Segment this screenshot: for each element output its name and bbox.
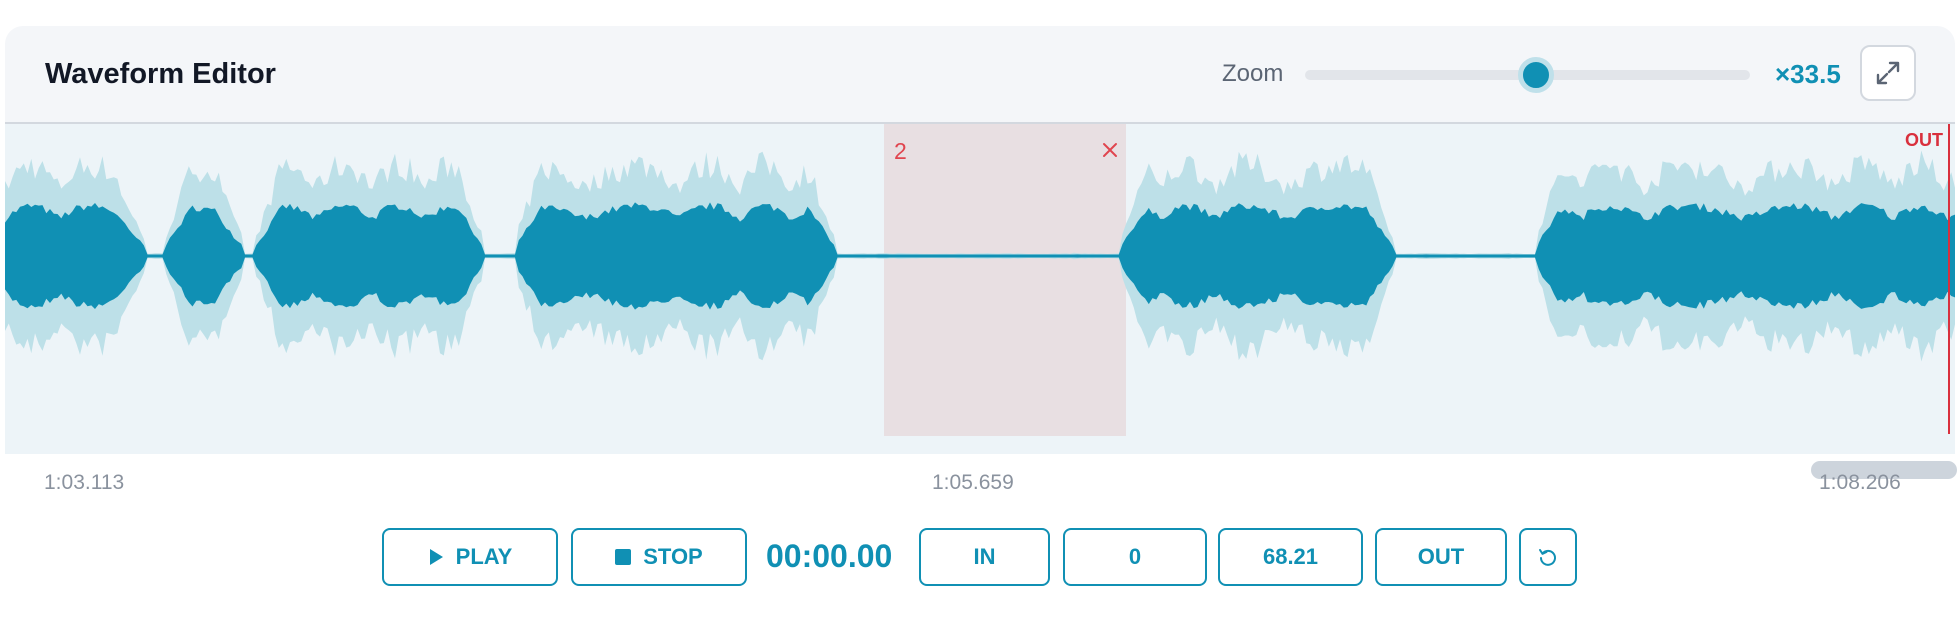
stop-label: STOP	[643, 544, 703, 569]
stop-button[interactable]: STOP	[571, 528, 747, 586]
page-title: Waveform Editor	[45, 58, 276, 90]
editor-header: Waveform Editor Zoom ×33.5	[5, 26, 1955, 124]
in-label: IN	[973, 544, 996, 569]
zoom-slider-thumb[interactable]	[1518, 57, 1555, 93]
out-marker[interactable]: OUT	[1905, 124, 1950, 434]
set-out-button[interactable]: OUT	[1375, 528, 1507, 586]
time-label-mid: 1:05.659	[932, 471, 1014, 494]
waveform-canvas[interactable]: 2 OUT	[5, 124, 1955, 454]
in-point-value: 0	[1128, 544, 1142, 569]
waveform-graphic	[5, 150, 1955, 362]
play-icon	[428, 548, 444, 566]
stop-icon	[615, 549, 632, 565]
in-point-field[interactable]: 0	[1063, 528, 1207, 586]
time-label-start: 1:03.113	[44, 471, 125, 494]
zoom-value: ×33.5	[1775, 59, 1841, 89]
timecode-display: 00:00.00	[766, 538, 893, 574]
set-in-button[interactable]: IN	[919, 528, 1050, 586]
zoom-label: Zoom	[1222, 60, 1284, 87]
out-point-value: 68.21	[1262, 544, 1319, 569]
play-button[interactable]: PLAY	[382, 528, 558, 586]
out-marker-label: OUT	[1905, 130, 1943, 150]
out-label: OUT	[1417, 544, 1465, 569]
waveform-editor-panel: Waveform Editor Zoom ×33.5 2 OUT	[5, 26, 1957, 479]
time-label-end: 1:08.206	[1819, 471, 1901, 494]
fullscreen-button[interactable]	[1860, 45, 1916, 101]
reset-button[interactable]	[1519, 528, 1577, 586]
out-point-field[interactable]: 68.21	[1218, 528, 1363, 586]
expand-icon	[1876, 61, 1900, 85]
reset-icon	[1539, 549, 1556, 566]
waveform-rms-envelope	[5, 202, 1955, 310]
play-label: PLAY	[455, 544, 513, 569]
zoom-slider[interactable]	[1305, 57, 1750, 93]
